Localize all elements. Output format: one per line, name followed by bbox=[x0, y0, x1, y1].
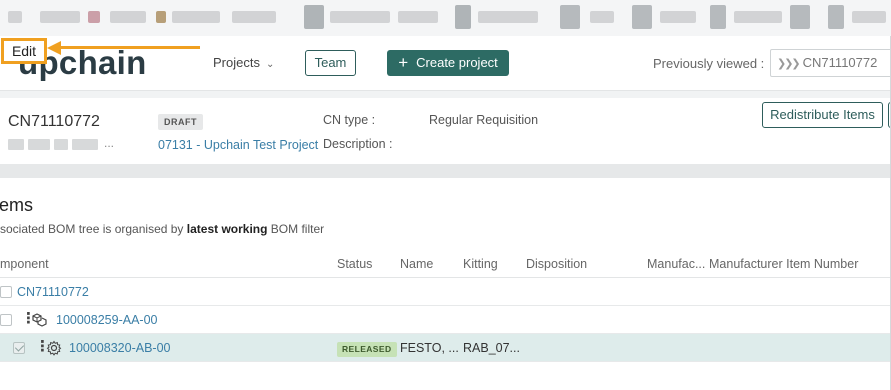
column-header-manufacturer-item-number[interactable]: Manufacturer Item Number bbox=[709, 257, 858, 271]
cn-type-value: Regular Requisition bbox=[429, 113, 539, 127]
bookmark-blur[interactable] bbox=[156, 11, 166, 23]
arrow-line bbox=[60, 46, 200, 49]
column-header-manufacturer[interactable]: Manufac... bbox=[647, 257, 705, 271]
projects-menu[interactable]: Projects ⌄ bbox=[213, 55, 274, 70]
status-badge: RELEASED bbox=[337, 342, 397, 357]
cn-subtitle-ellipsis: ... bbox=[104, 136, 115, 150]
bookmark-blur[interactable] bbox=[110, 11, 146, 23]
edit-tooltip[interactable]: Edit bbox=[1, 38, 47, 64]
items-description: sociated BOM tree is organised by latest… bbox=[0, 222, 324, 236]
projects-menu-label: Projects bbox=[213, 55, 260, 70]
app-header: upchain Projects ⌄ Team + Create project P… bbox=[0, 36, 891, 91]
create-project-label: Create project bbox=[416, 55, 498, 70]
bookmark-blur[interactable] bbox=[330, 11, 390, 23]
component-link[interactable]: 100008259-AA-00 bbox=[56, 313, 157, 327]
assembly-icon bbox=[32, 313, 47, 327]
bom-filter-name: latest working bbox=[186, 222, 268, 236]
column-header-disposition[interactable]: Disposition bbox=[526, 257, 587, 271]
column-header-status[interactable]: Status bbox=[337, 257, 372, 271]
row-checkbox[interactable] bbox=[0, 286, 12, 298]
bookmark-blur[interactable] bbox=[632, 5, 652, 29]
bookmark-blur[interactable] bbox=[590, 11, 614, 23]
bookmark-blur[interactable] bbox=[478, 11, 538, 23]
bookmark-blur[interactable] bbox=[734, 11, 782, 23]
kitting-cell: RAB_07... bbox=[463, 341, 520, 355]
change-notice-panel: CN71110772 ... DRAFT 07131 - Upchain Tes… bbox=[0, 98, 891, 164]
bookmark-blur[interactable] bbox=[455, 5, 471, 29]
double-chevron-icon: ❯❯❯ bbox=[777, 58, 801, 70]
previously-viewed-select[interactable]: ❯❯❯ CN71110772 bbox=[770, 49, 891, 77]
bookmark-blur[interactable] bbox=[660, 11, 696, 23]
bookmark-blur[interactable] bbox=[40, 11, 80, 23]
team-button[interactable]: Team bbox=[305, 50, 356, 76]
bookmark-blur[interactable] bbox=[828, 5, 844, 29]
plus-icon: + bbox=[398, 53, 409, 72]
component-link[interactable]: CN71110772 bbox=[17, 285, 89, 299]
previously-viewed-label: Previously viewed : bbox=[653, 56, 765, 71]
component-link[interactable]: 100008320-AB-00 bbox=[69, 341, 170, 355]
bookmark-blur[interactable] bbox=[710, 5, 726, 29]
bookmark-blur[interactable] bbox=[790, 5, 810, 29]
section-divider bbox=[0, 164, 891, 178]
part-gear-icon bbox=[46, 340, 62, 356]
bookmarks-bar bbox=[0, 0, 891, 36]
column-header-component[interactable]: mponent bbox=[0, 257, 49, 271]
chevron-down-icon: ⌄ bbox=[265, 59, 275, 70]
name-cell: FESTO, ... bbox=[400, 341, 459, 355]
items-description-suffix: BOM filter bbox=[267, 222, 325, 236]
arrow-pointer-icon bbox=[47, 41, 61, 55]
bookmark-blur[interactable] bbox=[560, 5, 580, 29]
column-header-kitting[interactable]: Kitting bbox=[463, 257, 498, 271]
bookmark-blur[interactable] bbox=[398, 11, 438, 23]
cn-id: CN71110772 bbox=[8, 113, 100, 130]
bookmark-blur[interactable] bbox=[172, 11, 220, 23]
description-label: Description : bbox=[323, 137, 393, 151]
cn-subtitle-redacted: ... bbox=[8, 136, 115, 151]
items-title: ems bbox=[0, 195, 34, 215]
create-project-button[interactable]: + Create project bbox=[387, 50, 509, 76]
bookmark-blur[interactable] bbox=[304, 5, 324, 29]
row-checkbox[interactable] bbox=[13, 342, 25, 354]
cn-type-label: CN type : bbox=[323, 113, 376, 127]
table-row[interactable]: CN71110772 bbox=[0, 278, 891, 306]
previously-viewed-value: CN71110772 bbox=[802, 55, 878, 70]
status-badge: DRAFT bbox=[158, 114, 203, 130]
bookmark-blur[interactable] bbox=[88, 11, 100, 23]
table-row[interactable]: ⋮ 100008259-AA-00 bbox=[0, 306, 891, 334]
redistribute-items-button[interactable]: Redistribute Items bbox=[762, 102, 883, 128]
items-section: ems sociated BOM tree is organised by la… bbox=[0, 178, 891, 390]
column-header-name[interactable]: Name bbox=[400, 257, 433, 271]
project-link[interactable]: 07131 - Upchain Test Project bbox=[158, 138, 318, 152]
bookmark-blur[interactable] bbox=[852, 11, 886, 23]
bookmark-blur[interactable] bbox=[8, 11, 22, 23]
row-checkbox[interactable] bbox=[0, 314, 12, 326]
items-description-prefix: sociated BOM tree is organised by bbox=[0, 222, 187, 236]
table-row[interactable]: ⋮ 100008320-AB-00 RELEASED FESTO, ... RA… bbox=[0, 334, 891, 362]
bookmark-blur[interactable] bbox=[232, 11, 276, 23]
